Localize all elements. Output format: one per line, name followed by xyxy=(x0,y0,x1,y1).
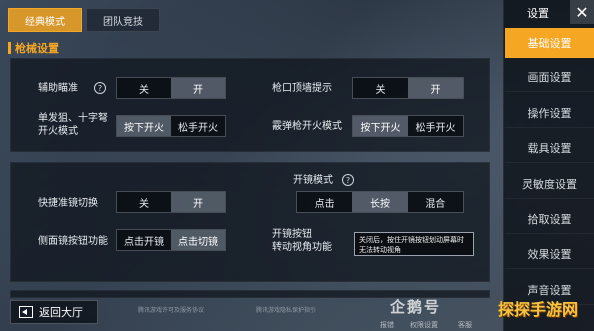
close-icon[interactable]: ✕ xyxy=(570,0,594,24)
help-icon[interactable]: ? xyxy=(342,174,354,186)
scope-mode-toggle: 点击 长按 混合 xyxy=(296,191,464,213)
scope-mode-hold[interactable]: 长按 xyxy=(352,192,408,212)
back-to-lobby-button[interactable]: 返回大厅 xyxy=(10,300,98,324)
scope-mode-mixed[interactable]: 混合 xyxy=(407,192,463,212)
single-fire-release[interactable]: 松手开火 xyxy=(171,116,225,136)
shotgun-fire-label: 霰弹枪开火模式 xyxy=(272,121,342,132)
quick-scope-label: 快捷准镜切换 xyxy=(38,198,98,209)
watermark-brand: 探探手游网 xyxy=(498,300,579,319)
watermark-sub-3: 客服 xyxy=(458,321,472,329)
scope-mode-label: 开镜模式 xyxy=(293,175,333,186)
scope-settings-panel xyxy=(10,162,490,282)
shotgun-fire-release[interactable]: 松手开火 xyxy=(408,116,463,136)
footer-privacy-link[interactable]: 腾讯游戏隐私保护指引 xyxy=(256,305,316,314)
wall-hint-toggle: 关 开 xyxy=(352,77,464,99)
sidebar-title: 设置 xyxy=(527,7,549,20)
watermark-sub-1: 报错 xyxy=(380,321,394,329)
aim-assist-label: 辅助瞄准 xyxy=(38,83,78,94)
sidebar-item-sensitivity[interactable]: 灵敏度设置 xyxy=(505,169,594,199)
watermark-text: 企鹅号 xyxy=(390,298,442,316)
shotgun-fire-press[interactable]: 按下开火 xyxy=(353,116,408,136)
scope-mode-tap[interactable]: 点击 xyxy=(297,192,353,212)
sidebar-item-basic[interactable]: 基础设置 xyxy=(505,28,594,58)
wall-hint-label: 枪口顶墙提示 xyxy=(272,83,332,94)
section-title: 枪械设置 xyxy=(8,40,59,56)
footer-service-link[interactable]: 腾讯游戏许可及服务协议 xyxy=(138,305,204,314)
side-scope-switch[interactable]: 点击切镜 xyxy=(171,230,225,250)
aim-assist-off[interactable]: 关 xyxy=(117,78,171,98)
sidebar-item-controls[interactable]: 操作设置 xyxy=(505,98,594,128)
watermark-sub-2: 权限设置 xyxy=(410,321,438,329)
aim-assist-toggle: 关 开 xyxy=(116,77,226,99)
quick-scope-off[interactable]: 关 xyxy=(117,192,171,212)
sidebar-item-graphics[interactable]: 画面设置 xyxy=(505,62,594,92)
sidebar-item-effects[interactable]: 效果设置 xyxy=(505,239,594,269)
aim-assist-on[interactable]: 开 xyxy=(171,78,225,98)
sidebar-item-vehicle[interactable]: 载具设置 xyxy=(505,133,594,163)
scope-button-tooltip: 关闭后，按住开镜按钮划动屏幕时无法转动视角 xyxy=(354,232,474,256)
tab-classic[interactable]: 经典模式 xyxy=(8,8,82,32)
tab-team[interactable]: 团队竞技 xyxy=(86,8,160,32)
wall-hint-off[interactable]: 关 xyxy=(353,78,408,98)
sidebar-item-pickup[interactable]: 拾取设置 xyxy=(505,204,594,234)
wall-hint-on[interactable]: 开 xyxy=(408,78,463,98)
back-icon xyxy=(19,306,33,318)
quick-scope-on[interactable]: 开 xyxy=(171,192,225,212)
shotgun-fire-toggle: 按下开火 松手开火 xyxy=(352,115,464,137)
quick-scope-toggle: 关 开 xyxy=(116,191,226,213)
section-title-text: 枪械设置 xyxy=(15,42,59,55)
side-scope-label: 侧面镜按钮功能 xyxy=(38,236,108,247)
side-scope-tap[interactable]: 点击开镜 xyxy=(117,230,171,250)
single-fire-label: 单发狙、十字弩 开火模式 xyxy=(38,113,108,137)
single-fire-toggle: 按下开火 松手开火 xyxy=(116,115,226,137)
section-accent-bar xyxy=(8,42,11,54)
scope-button-turn-label: 开镜按钮 转动视角功能 xyxy=(272,229,332,253)
help-icon[interactable]: ? xyxy=(94,82,106,94)
mode-tabs: 经典模式 团队竞技 xyxy=(8,8,160,32)
back-label: 返回大厅 xyxy=(39,306,83,319)
side-scope-toggle: 点击开镜 点击切镜 xyxy=(116,229,226,251)
single-fire-press[interactable]: 按下开火 xyxy=(117,116,171,136)
